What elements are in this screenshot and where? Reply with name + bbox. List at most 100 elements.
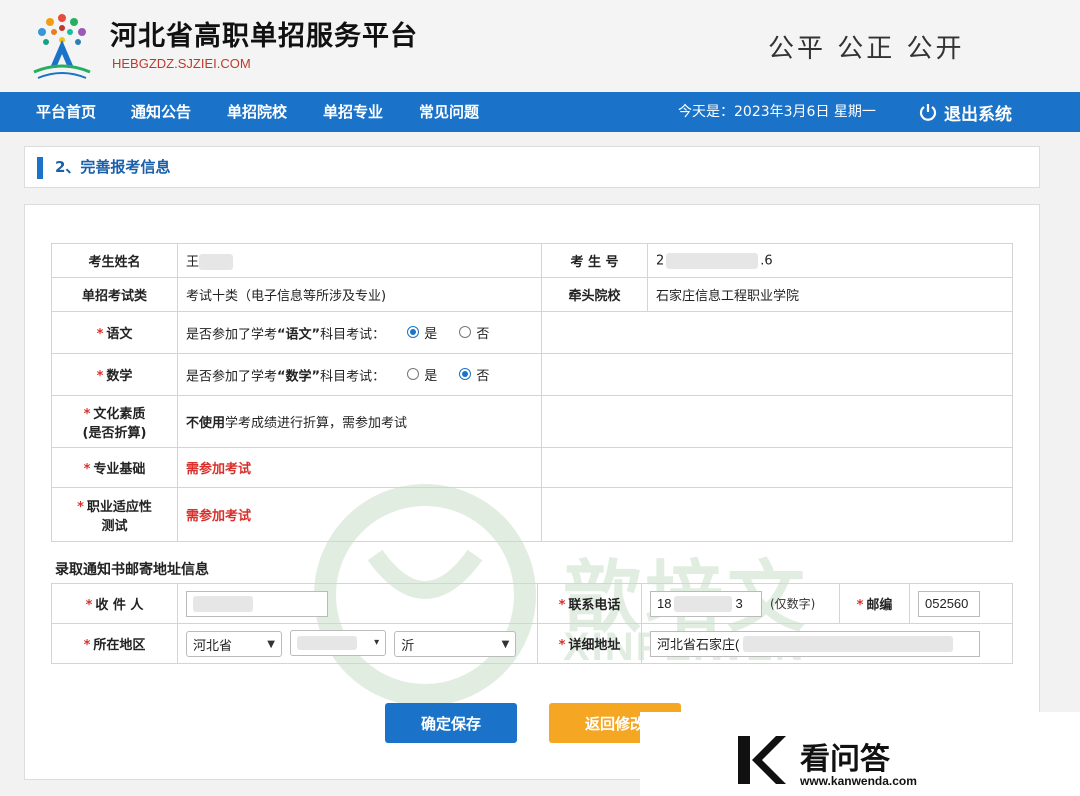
- required-mark: *: [83, 406, 91, 422]
- major-basis-label-cell: * 专业基础: [51, 447, 178, 488]
- nav-item-faq[interactable]: 常见问题: [419, 92, 479, 132]
- chevron-down-icon: ▾: [374, 637, 380, 649]
- phone-input[interactable]: 18 3: [650, 590, 762, 617]
- math-question-cell: 是否参加了学考“数学”科目考试： 是 否: [177, 353, 542, 396]
- aptitude-label-cell: * 职业适应性 测试: [51, 487, 178, 542]
- recipient-input[interactable]: [186, 590, 328, 617]
- mailing-table: * 收 件 人 * 联系电话 18 3 (仅数字) * 邮编 052560 * 所在地区 …: [51, 583, 1013, 664]
- kanwenda-logo-icon: [738, 736, 786, 784]
- aptitude-label-line2: 测试: [101, 518, 128, 534]
- table-row: * 所在地区 河北省 ▼ ▾ 沂 ▼ * 详细地址 河北省石家庄(: [51, 623, 1013, 664]
- category-label: 单招考试类: [51, 277, 178, 312]
- logout-button[interactable]: 退出系统: [918, 92, 1012, 132]
- empty-cell: [541, 353, 1013, 396]
- chinese-yes-radio[interactable]: 是: [407, 323, 437, 342]
- chevron-down-icon: ▼: [267, 638, 275, 650]
- kanwenda-name: 看问答: [800, 742, 890, 777]
- city-select[interactable]: ▾: [290, 629, 387, 656]
- table-row: * 专业基础 需参加考试: [51, 447, 1013, 488]
- exam-no-label: 考 生 号: [541, 243, 648, 278]
- culture-label-line1: 文化素质: [93, 406, 146, 422]
- main-panel: 歆培文 XINPEIWEN 考生姓名 王 考 生 号 2.6 单招考试类 考试十…: [24, 204, 1040, 780]
- table-row: * 语文 是否参加了学考“语文”科目考试： 是 否: [51, 311, 1013, 354]
- zip-label: 邮编: [866, 598, 893, 613]
- phone-suffix: 3: [735, 596, 743, 611]
- site-title: 河北省高职单招服务平台: [110, 21, 418, 52]
- redacted-block: [199, 254, 234, 271]
- phone-hint: (仅数字): [770, 597, 816, 611]
- chevron-down-icon: ▼: [501, 638, 510, 650]
- culture-value-rest: 学考成绩进行折算，需参加考试: [225, 416, 408, 431]
- radio-dot: [459, 368, 472, 381]
- region-label-cell: * 所在地区: [51, 623, 178, 664]
- radio-label: 是: [424, 326, 438, 342]
- redacted-block: [297, 635, 358, 650]
- lead-school-label: 牵头院校: [541, 277, 648, 312]
- chinese-label-cell: * 语文: [51, 311, 178, 354]
- logout-label: 退出系统: [944, 104, 1012, 125]
- power-icon: [919, 104, 937, 121]
- step-accent-bar: [37, 157, 43, 179]
- province-select[interactable]: 河北省 ▼: [186, 631, 282, 658]
- chinese-question-pre: 是否参加了学考: [186, 327, 278, 343]
- kanwenda-url: www.kanwenda.com: [800, 774, 917, 788]
- phone-cell: 18 3 (仅数字): [641, 583, 840, 624]
- nav-item-majors[interactable]: 单招专业: [323, 92, 383, 132]
- recipient-label: 收 件 人: [95, 598, 144, 613]
- empty-cell: [541, 447, 1013, 488]
- lead-school-value: 石家庄信息工程职业学院: [647, 277, 1013, 312]
- chinese-no-radio[interactable]: 否: [459, 323, 489, 342]
- main-nav: 平台首页 通知公告 单招院校 单招专业 常见问题 今天是：2023年3月6日 星…: [0, 92, 1080, 132]
- province-value: 河北省: [193, 638, 233, 654]
- site-domain: HEBGZDZ.SJZIEI.COM: [112, 56, 251, 71]
- required-mark: *: [77, 499, 84, 515]
- header: 河北省高职单招服务平台 HEBGZDZ.SJZIEI.COM 公平 公正 公开: [0, 0, 1080, 92]
- radio-label: 是: [424, 368, 438, 384]
- save-button[interactable]: 确定保存: [385, 703, 517, 743]
- phone-label-cell: * 联系电话: [537, 583, 642, 624]
- exam-no-suffix: .6: [760, 253, 773, 268]
- table-row: * 数学 是否参加了学考“数学”科目考试： 是 否: [51, 353, 1013, 396]
- recipient-cell: [177, 583, 538, 624]
- major-basis-label: 专业基础: [93, 462, 146, 477]
- required-mark: *: [96, 327, 104, 342]
- required-mark: *: [83, 638, 91, 653]
- address-input[interactable]: 河北省石家庄(: [650, 630, 980, 657]
- math-label: 数学: [106, 369, 133, 384]
- math-question-post: 科目考试：: [320, 369, 386, 385]
- county-value: 沂: [401, 638, 415, 654]
- required-mark: *: [558, 598, 566, 613]
- required-mark: *: [83, 462, 91, 477]
- required-mark: *: [856, 598, 864, 613]
- redacted-block: [666, 252, 759, 269]
- slogan: 公平 公正 公开: [768, 34, 965, 64]
- today-date: 今天是：2023年3月6日 星期一: [678, 104, 876, 120]
- empty-cell: [541, 395, 1013, 448]
- nav-item-notices[interactable]: 通知公告: [131, 92, 191, 132]
- math-question-subject: “数学”: [277, 369, 321, 385]
- county-select[interactable]: 沂 ▼: [394, 631, 517, 658]
- zip-input[interactable]: 052560: [918, 590, 980, 617]
- aptitude-value: 需参加考试: [177, 487, 542, 542]
- step-panel: 2、完善报考信息: [24, 146, 1040, 188]
- radio-label: 否: [476, 368, 490, 384]
- radio-dot: [407, 368, 420, 381]
- region-label: 所在地区: [93, 638, 146, 653]
- culture-value-bold: 不使用: [186, 416, 226, 431]
- table-row: 考生姓名 王 考 生 号 2.6: [51, 243, 1013, 278]
- math-yes-radio[interactable]: 是: [407, 365, 437, 384]
- nav-item-home[interactable]: 平台首页: [36, 92, 96, 132]
- math-no-radio[interactable]: 否: [459, 365, 489, 384]
- table-row: 单招考试类 考试十类（电子信息等所涉及专业) 牵头院校 石家庄信息工程职业学院: [51, 277, 1013, 312]
- corner-brand: 看问答 www.kanwenda.com: [640, 712, 1080, 796]
- radio-dot: [459, 326, 472, 339]
- table-row: * 文化素质 (是否折算) 不使用学考成绩进行折算，需参加考试: [51, 395, 1013, 448]
- address-cell: 河北省石家庄(: [641, 623, 1013, 664]
- major-basis-value: 需参加考试: [177, 447, 542, 488]
- nav-item-colleges[interactable]: 单招院校: [227, 92, 287, 132]
- step-title: 2、完善报考信息: [55, 158, 171, 176]
- address-label: 详细地址: [568, 638, 621, 653]
- chinese-question-post: 科目考试：: [320, 327, 386, 343]
- table-row: * 职业适应性 测试 需参加考试: [51, 487, 1013, 542]
- mailing-section-title: 录取通知书邮寄地址信息: [55, 562, 209, 578]
